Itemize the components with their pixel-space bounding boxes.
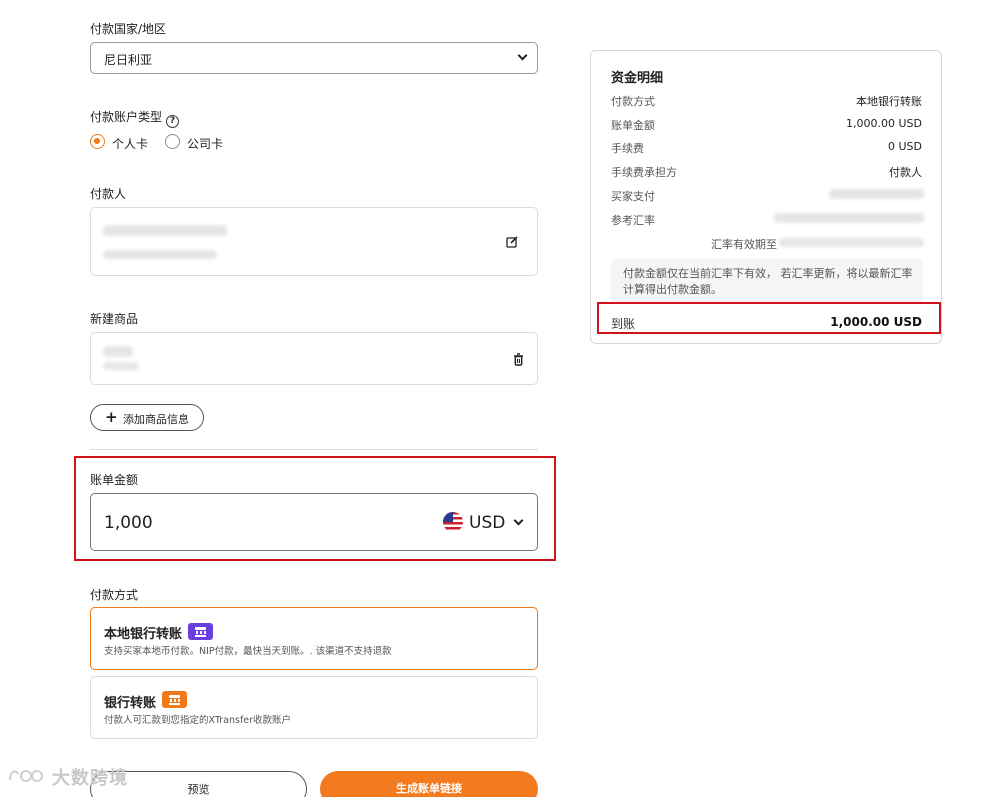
- payer-card[interactable]: [90, 207, 538, 276]
- add-product-button-label: 添加商品信息: [123, 413, 189, 426]
- account-type-label-text: 付款账户类型: [90, 110, 163, 124]
- radio-company-card-label[interactable]: 公司卡: [187, 135, 223, 152]
- summary-row-value: 付款人: [889, 166, 922, 179]
- section-divider: [90, 449, 538, 450]
- add-product-button[interactable]: + 添加商品信息: [90, 404, 204, 431]
- buyer-pays-redacted: [829, 189, 924, 199]
- watermark-text: 大数跨境: [52, 768, 128, 789]
- plus-icon: +: [105, 408, 118, 426]
- bank-icon: [162, 691, 187, 708]
- amount-label: 账单金额: [90, 473, 139, 487]
- summary-row-value: 本地银行转账: [856, 95, 922, 108]
- reference-rate-redacted: [774, 213, 924, 223]
- payment-option-desc: 支持买家本地币付款。NIP付款，最快当天到账。. 该渠道不支持退款: [104, 646, 392, 657]
- rate-validity-redacted: [779, 238, 924, 247]
- help-circle-icon[interactable]: ?: [166, 115, 180, 128]
- payment-option-local-bank[interactable]: 本地银行转账 支持买家本地币付款。NIP付款，最快当天到账。. 该渠道不支持退款: [90, 607, 538, 670]
- payment-method-label: 付款方式: [90, 588, 139, 602]
- funds-detail-panel: 资金明细 付款方式 本地银行转账 账单金额 1,000.00 USD 手续费 0…: [590, 50, 942, 344]
- rate-validity-label: 汇率有效期至: [711, 238, 777, 251]
- trash-icon[interactable]: [513, 353, 524, 366]
- watermark-logo-icon: [9, 770, 43, 782]
- received-highlight-frame: [597, 302, 941, 334]
- chevron-down-icon: [517, 50, 528, 61]
- amount-value: 1,000: [104, 513, 153, 533]
- summary-row-label: 手续费: [611, 142, 644, 155]
- payment-option-desc: 付款人可汇款到您指定的XTransfer收款账户: [104, 715, 292, 726]
- us-flag-icon: [443, 512, 463, 532]
- summary-row-value: 0 USD: [888, 140, 922, 153]
- payment-option-bank-transfer[interactable]: 银行转账 付款人可汇款到您指定的XTransfer收款账户: [90, 676, 538, 739]
- rate-notice-text: 付款金额仅在当前汇率下有效， 若汇率更新，将以最新汇率计算得出付款金额。: [623, 267, 913, 296]
- payer-name-redacted: [103, 225, 227, 236]
- payer-label: 付款人: [90, 187, 127, 201]
- summary-row-label: 买家支付: [611, 190, 655, 203]
- summary-row-value: 1,000.00 USD: [846, 117, 922, 130]
- country-label: 付款国家/地区: [90, 22, 167, 36]
- summary-row-label: 参考汇率: [611, 214, 655, 227]
- summary-row-label: 付款方式: [611, 95, 655, 108]
- payment-option-title: 本地银行转账: [104, 627, 183, 642]
- radio-personal-card[interactable]: [90, 134, 105, 149]
- summary-row-label: 账单金额: [611, 119, 655, 132]
- payer-email-redacted: [103, 250, 217, 259]
- product-label: 新建商品: [90, 312, 139, 326]
- radio-personal-card-label[interactable]: 个人卡: [112, 135, 148, 152]
- chevron-down-icon[interactable]: [513, 515, 524, 526]
- payment-option-title: 银行转账: [104, 696, 157, 711]
- funds-detail-title: 资金明细: [611, 71, 664, 86]
- bank-icon: [188, 623, 213, 640]
- account-type-label: 付款账户类型?: [90, 108, 180, 128]
- product-card[interactable]: [90, 332, 538, 385]
- generate-link-button[interactable]: 生成账单链接: [320, 771, 538, 797]
- country-select-value: 尼日利亚: [104, 53, 153, 67]
- amount-input[interactable]: 1,000 USD: [90, 493, 538, 551]
- currency-select[interactable]: USD: [469, 513, 505, 533]
- edit-icon[interactable]: [506, 236, 518, 248]
- radio-company-card[interactable]: [165, 134, 180, 149]
- product-name-redacted: [103, 346, 133, 357]
- country-select[interactable]: 尼日利亚: [90, 42, 538, 74]
- rate-notice: 付款金额仅在当前汇率下有效， 若汇率更新，将以最新汇率计算得出付款金额。: [611, 259, 923, 303]
- summary-row-label: 手续费承担方: [611, 166, 677, 179]
- product-detail-redacted: [103, 362, 139, 370]
